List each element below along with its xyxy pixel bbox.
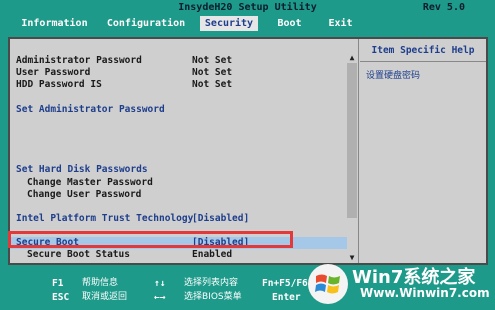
windows-logo-icon [308, 264, 348, 304]
secure-boot-status-label: Secure Boot Status [27, 249, 130, 260]
help-title: Item Specific Help [371, 45, 475, 56]
tab-exit[interactable]: Exit [323, 16, 358, 31]
admin-password-value: Not Set [192, 55, 233, 66]
leftright-desc: 选择BIOS菜单 [184, 292, 242, 302]
annotation-highlight-box [8, 231, 293, 248]
help-text: 设置硬盘密码 [366, 71, 421, 81]
hdd-password-label: HDD Password IS [16, 79, 102, 90]
hdd-password-value: Not Set [192, 79, 233, 90]
change-user-password-item[interactable]: Change User Password [27, 189, 141, 201]
intel-ptt-label[interactable]: Intel Platform Trust Technology [16, 213, 193, 225]
tab-security[interactable]: Security [200, 16, 258, 31]
fn-f5-f6-key: Fn+F5/F6 [262, 278, 308, 289]
admin-password-label: Administrator Password [16, 55, 142, 66]
scrollbar-thumb[interactable] [347, 63, 357, 218]
tab-information[interactable]: Information [18, 16, 91, 31]
scroll-up-icon[interactable]: ▲ [347, 53, 357, 63]
bios-screen: InsydeH20 Setup Utility Rev 5.0 Informat… [0, 0, 495, 310]
change-master-password-item[interactable]: Change Master Password [27, 177, 153, 189]
scroll-down-icon[interactable]: ▼ [347, 253, 357, 263]
header-bar: InsydeH20 Setup Utility Rev 5.0 Informat… [0, 0, 495, 31]
help-separator [360, 61, 486, 62]
app-title: InsydeH20 Setup Utility [178, 2, 317, 13]
pane-divider [358, 39, 359, 263]
version-label: Rev 5.0 [422, 2, 465, 13]
tab-configuration[interactable]: Configuration [101, 16, 191, 31]
updown-desc: 选择列表内容 [184, 278, 239, 288]
watermark-url: Www.Winwin7.com [360, 286, 490, 300]
esc-desc: 取消或返回 [82, 292, 128, 302]
updown-arrows-icon: ↑↓ [154, 278, 166, 289]
f1-key: F1 [52, 278, 64, 289]
user-password-label: User Password [16, 67, 91, 78]
leftright-arrows-icon: ←→ [154, 292, 166, 303]
enter-key: Enter [272, 292, 301, 303]
tab-boot[interactable]: Boot [272, 16, 307, 31]
esc-key: ESC [52, 292, 70, 303]
intel-ptt-value[interactable]: [Disabled] [192, 213, 249, 225]
set-admin-password-item[interactable]: Set Administrator Password [16, 104, 165, 116]
set-hdd-passwords-item[interactable]: Set Hard Disk Passwords [16, 164, 148, 176]
f1-desc: 帮助信息 [82, 278, 119, 288]
secure-boot-status-value: Enabled [192, 249, 233, 260]
user-password-value: Not Set [192, 67, 233, 78]
